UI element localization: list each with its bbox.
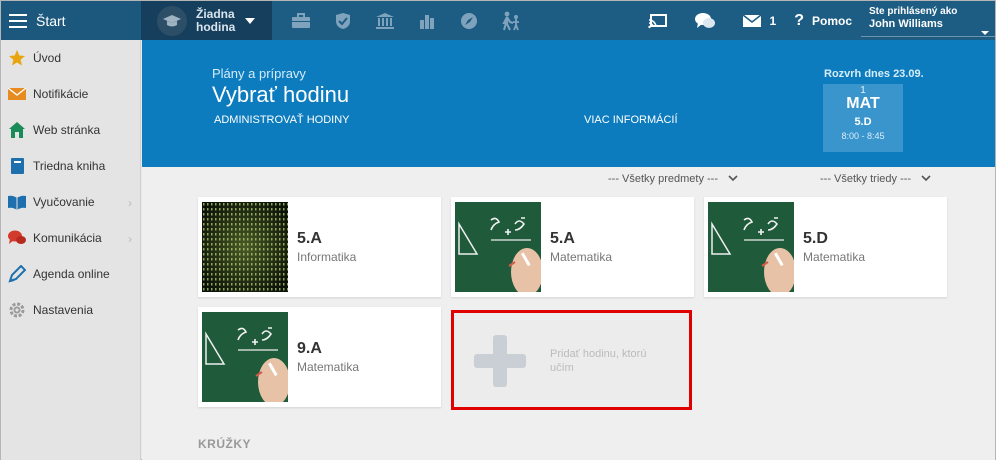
sidebar-item-vyucovanie[interactable]: Vyučovanie › [1, 184, 140, 220]
lesson-class: 5.D [854, 116, 872, 128]
lesson-card[interactable]: 5.A Matematika [451, 197, 694, 297]
chevron-down-icon [728, 173, 738, 185]
chevron-down-icon [245, 17, 256, 24]
sidebar-item-uvod[interactable]: Úvod [1, 40, 140, 76]
matrix-thumbnail [202, 202, 288, 292]
chevron-down-icon [981, 31, 989, 35]
help-label: Pomoc [811, 13, 852, 28]
bar-chart-icon[interactable] [406, 1, 448, 40]
class-filter[interactable]: --- Všetky triedy --- [820, 173, 931, 185]
card-class: 9.A [297, 340, 322, 357]
plus-icon [474, 335, 526, 392]
sidebar-item-label: Komunikácia [33, 231, 102, 245]
card-subject: Informatika [297, 250, 357, 264]
page-title: Vybrať hodinu [212, 82, 350, 107]
home-icon [7, 120, 27, 140]
messages-button[interactable]: 1 [733, 14, 786, 28]
user-menu[interactable]: Ste prihlásený ako John Williams [861, 1, 995, 40]
page-subtitle: Plány a prípravy [212, 66, 306, 81]
messages-count: 1 [769, 13, 777, 28]
chat-icon [7, 228, 27, 248]
lesson-card[interactable]: 5.A Informatika [198, 197, 441, 297]
pen-icon [7, 264, 27, 284]
subject-filter[interactable]: --- Všetky predmety --- [608, 173, 738, 185]
start-label: Štart [36, 12, 66, 29]
schedule-lesson-card[interactable]: 1 MAT 5.D 8:00 - 8:45 [823, 84, 903, 152]
card-class: 5.A [550, 230, 575, 247]
lesson-time: 8:00 - 8:45 [841, 131, 885, 141]
cast-icon [647, 13, 667, 28]
question-mark-icon: ? [794, 11, 804, 29]
gear-icon [7, 300, 27, 320]
sidebar-item-nastavenia[interactable]: Nastavenia [1, 292, 140, 328]
sidebar-item-web-stranka[interactable]: Web stránka [1, 112, 140, 148]
sidebar-item-agenda-online[interactable]: Agenda online [1, 256, 140, 292]
chevron-right-icon: › [128, 196, 132, 210]
card-class: 5.A [297, 230, 322, 247]
sidebar-item-label: Nastavenia [33, 303, 94, 317]
card-subject: Matematika [297, 360, 360, 374]
sidebar-item-label: Notifikácie [33, 87, 89, 101]
sidebar-item-label: Úvod [33, 51, 62, 65]
envelope-icon [7, 84, 27, 104]
more-info-link[interactable]: VIAC INFORMÁCIÍ [584, 114, 678, 126]
schedule-label: Rozvrh dnes 23.09. [824, 68, 924, 80]
compass-icon[interactable] [448, 1, 490, 40]
book-icon [7, 156, 27, 176]
shield-icon[interactable] [322, 1, 364, 40]
clubs-section-title: KRÚŽKY [198, 437, 251, 451]
user-name: John Williams [869, 18, 943, 30]
institution-icon[interactable] [364, 1, 406, 40]
add-lesson-label: Pridať hodinu, ktorú učím [550, 348, 647, 374]
sidebar-item-label: Agenda online [33, 267, 110, 281]
class-filter-value: --- Všetky triedy --- [820, 173, 912, 185]
chat-button[interactable] [685, 12, 733, 30]
lessons-content: --- Všetky predmety --- --- Všetky tried… [142, 167, 995, 460]
page-header: Plány a prípravy Vybrať hodinu ADMINISTR… [142, 40, 995, 167]
briefcase-icon[interactable] [280, 1, 322, 40]
chevron-right-icon: › [128, 232, 132, 246]
sidebar-item-triedna-kniha[interactable]: Triedna kniha [1, 148, 140, 184]
sidebar-item-notifikacie[interactable]: Notifikácie [1, 76, 140, 112]
sidebar-item-komunikacia[interactable]: Komunikácia › [1, 220, 140, 256]
lesson-line-1: Žiadna [196, 6, 235, 21]
students-icon[interactable] [490, 1, 532, 40]
start-menu-button[interactable]: Štart [1, 1, 141, 40]
sidebar-item-label: Triedna kniha [33, 159, 106, 173]
sidebar-item-label: Vyučovanie [33, 195, 95, 209]
lesson-selector[interactable]: Žiadna hodina [141, 1, 272, 40]
help-button[interactable]: ? Pomoc [785, 12, 861, 30]
hamburger-icon [9, 13, 27, 28]
envelope-icon [742, 13, 761, 27]
graduation-cap-icon [157, 5, 187, 36]
admin-lessons-link[interactable]: ADMINISTROVAŤ HODINY [214, 114, 349, 126]
lesson-card[interactable]: 5.D Matematika [704, 197, 947, 297]
card-subject: Matematika [550, 250, 613, 264]
lesson-card[interactable]: 9.A Matematika [198, 307, 441, 407]
lesson-line-2: hodina [196, 19, 236, 34]
chat-bubbles-icon [694, 12, 715, 28]
subject-filter-value: --- Všetky predmety --- [608, 173, 719, 185]
card-class: 5.D [803, 230, 828, 247]
add-lesson-card[interactable]: Pridať hodinu, ktorú učím [451, 310, 692, 410]
lesson-subject: MAT [846, 95, 880, 112]
logged-in-label: Ste prihlásený ako [869, 6, 958, 17]
chalkboard-thumbnail [455, 202, 541, 292]
sidebar-item-label: Web stránka [33, 123, 101, 137]
cast-button[interactable] [639, 13, 685, 29]
chalkboard-thumbnail [708, 202, 794, 292]
chevron-down-icon [921, 173, 931, 185]
sidebar: Úvod Notifikácie Web stránka Triedna kni… [1, 40, 141, 460]
chalkboard-thumbnail [202, 312, 288, 402]
open-book-icon [7, 192, 27, 212]
star-icon [7, 48, 27, 68]
top-bar: Štart Žiadna hodina 1 ? Pomoc Ste prihlá… [1, 1, 995, 40]
card-subject: Matematika [803, 250, 866, 264]
